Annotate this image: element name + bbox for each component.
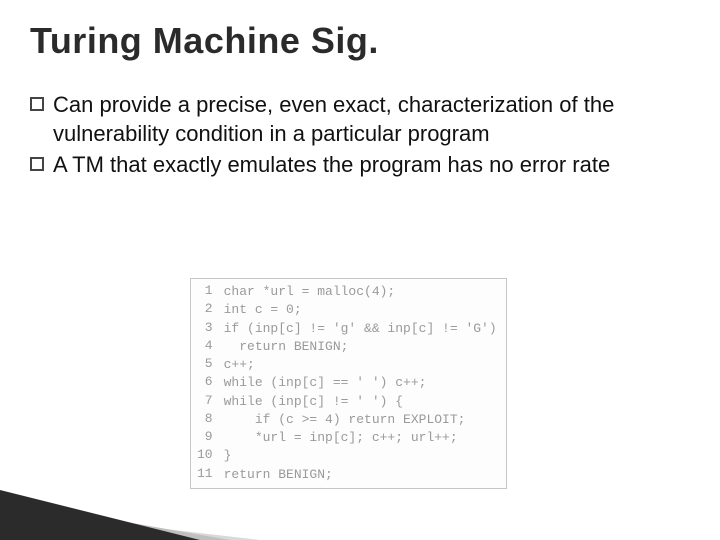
code-box: 1char *url = malloc(4); 2int c = 0; 3if …: [190, 278, 507, 489]
code-line: c++;: [223, 356, 498, 374]
code-line: if (inp[c] != 'g' && inp[c] != 'G'): [223, 320, 498, 338]
code-row: 11return BENIGN;: [195, 466, 498, 484]
code-line: return BENIGN;: [223, 338, 498, 356]
line-number: 8: [195, 411, 223, 429]
code-row: 4 return BENIGN;: [195, 338, 498, 356]
bullet-item: Can provide a precise, even exact, chara…: [30, 90, 690, 148]
line-number: 9: [195, 429, 223, 447]
bullet-text: A TM that exactly emulates the program h…: [53, 152, 610, 177]
code-line: *url = inp[c]; c++; url++;: [223, 429, 498, 447]
line-number: 10: [195, 447, 223, 465]
bullet-text: Can provide a precise, even exact, chara…: [53, 92, 614, 146]
line-number: 5: [195, 356, 223, 374]
code-row: 9 *url = inp[c]; c++; url++;: [195, 429, 498, 447]
bullet-item: A TM that exactly emulates the program h…: [30, 150, 690, 179]
slide-body: Can provide a precise, even exact, chara…: [30, 90, 690, 181]
line-number: 6: [195, 374, 223, 392]
code-line: }: [223, 447, 498, 465]
slide: Turing Machine Sig. Can provide a precis…: [0, 0, 720, 540]
line-number: 2: [195, 301, 223, 319]
code-line: char *url = malloc(4);: [223, 283, 498, 301]
line-number: 11: [195, 466, 223, 484]
line-number: 4: [195, 338, 223, 356]
code-row: 2int c = 0;: [195, 301, 498, 319]
line-number: 7: [195, 393, 223, 411]
code-line: int c = 0;: [223, 301, 498, 319]
code-row: 5c++;: [195, 356, 498, 374]
code-line: while (inp[c] == ' ') c++;: [223, 374, 498, 392]
code-row: 10}: [195, 447, 498, 465]
code-row: 7while (inp[c] != ' ') {: [195, 393, 498, 411]
code-line: return BENIGN;: [223, 466, 498, 484]
bullet-square-icon: [30, 157, 44, 171]
code-row: 3if (inp[c] != 'g' && inp[c] != 'G'): [195, 320, 498, 338]
code-row: 6while (inp[c] == ' ') c++;: [195, 374, 498, 392]
slide-title: Turing Machine Sig.: [30, 20, 379, 62]
code-line: while (inp[c] != ' ') {: [223, 393, 498, 411]
line-number: 1: [195, 283, 223, 301]
bullet-square-icon: [30, 97, 44, 111]
code-line: if (c >= 4) return EXPLOIT;: [223, 411, 498, 429]
code-row: 8 if (c >= 4) return EXPLOIT;: [195, 411, 498, 429]
code-table: 1char *url = malloc(4); 2int c = 0; 3if …: [195, 283, 498, 484]
line-number: 3: [195, 320, 223, 338]
code-row: 1char *url = malloc(4);: [195, 283, 498, 301]
